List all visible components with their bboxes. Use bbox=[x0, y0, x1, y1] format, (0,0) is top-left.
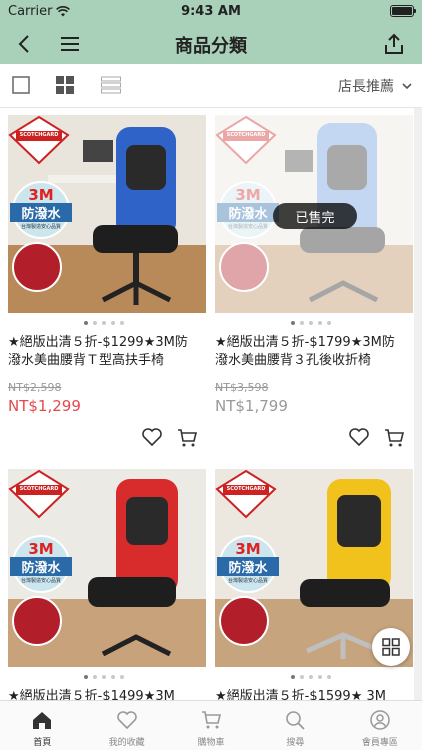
product-image[interactable]: SCOTCHGARD 3M 防潑水 台灣製造安心品質 bbox=[8, 469, 206, 667]
tab-cart[interactable]: 購物車 bbox=[169, 701, 253, 750]
3m-badge: 3M 防潑水 台灣製造安心品質 bbox=[10, 535, 72, 593]
view-single-button[interactable] bbox=[12, 76, 32, 96]
tab-home[interactable]: 首頁 bbox=[0, 701, 84, 750]
tab-member[interactable]: 會員專區 bbox=[338, 701, 422, 750]
favorite-button[interactable] bbox=[349, 428, 369, 448]
3m-badge: 3M 防潑水 台灣製造安心品質 bbox=[10, 181, 72, 239]
badge-waterproof-label: 防潑水 bbox=[10, 203, 72, 222]
heart-icon bbox=[349, 428, 369, 447]
sale-price: NT$1,799 bbox=[215, 397, 288, 415]
badge-3m-label: 3M bbox=[235, 540, 261, 558]
product-card[interactable]: SCOTCHGARD 3M 防潑水 台灣製造安心品質 ★絕版出清５折-$1299… bbox=[0, 108, 207, 462]
add-to-cart-button[interactable] bbox=[177, 428, 198, 448]
cart-icon bbox=[178, 429, 198, 447]
original-price: NT$3,598 bbox=[215, 381, 269, 394]
image-pager bbox=[207, 675, 414, 679]
tab-label: 會員專區 bbox=[361, 738, 398, 748]
scotchgard-badge: SCOTCHGARD bbox=[8, 469, 70, 523]
chevron-down-icon bbox=[402, 82, 412, 89]
badge-brand: SCOTCHGARD bbox=[226, 486, 266, 492]
tab-favorites[interactable]: 我的收藏 bbox=[84, 701, 168, 750]
badge-3m-label: 3M bbox=[28, 186, 54, 204]
grid-outline-icon bbox=[382, 638, 400, 656]
badge-3m-label: 3M bbox=[28, 540, 54, 558]
tab-label: 我的收藏 bbox=[108, 738, 145, 748]
sort-label: 店長推薦 bbox=[338, 79, 394, 95]
grid-icon bbox=[56, 76, 74, 94]
product-name[interactable]: ★絕版出清５折-$1799★3M防潑水美曲腰背３孔後收折椅 bbox=[215, 334, 400, 370]
badge-subtitle: 台灣製造安心品質 bbox=[20, 224, 61, 230]
share-button[interactable] bbox=[380, 30, 408, 58]
image-pager bbox=[0, 321, 207, 325]
badge-subtitle: 台灣製造安心品質 bbox=[20, 578, 61, 584]
list-icon bbox=[101, 76, 121, 94]
badge-subtitle: 台灣製造安心品質 bbox=[227, 578, 268, 584]
cart-icon bbox=[385, 429, 405, 447]
soldout-badge: 已售完 bbox=[273, 203, 357, 229]
badge-waterproof-label: 防潑水 bbox=[217, 557, 279, 576]
fabric-sample bbox=[12, 596, 62, 646]
product-name[interactable]: ★絕版出清５折-$1599★ 3M bbox=[215, 688, 400, 700]
cart-icon bbox=[202, 711, 222, 729]
square-icon bbox=[12, 76, 30, 94]
image-pager bbox=[0, 675, 207, 679]
original-price: NT$2,598 bbox=[8, 381, 62, 394]
view-toolbar: 店長推薦 bbox=[0, 64, 422, 108]
heart-icon bbox=[116, 711, 137, 730]
badge-brand: SCOTCHGARD bbox=[19, 486, 59, 492]
tab-label: 搜尋 bbox=[286, 738, 305, 748]
badge-waterproof-label: 防潑水 bbox=[10, 557, 72, 576]
tab-search[interactable]: 搜尋 bbox=[253, 701, 337, 750]
clock: 9:43 AM bbox=[181, 4, 241, 19]
category-fab-button[interactable] bbox=[372, 628, 410, 666]
scotchgard-badge: SCOTCHGARD bbox=[215, 469, 277, 523]
product-card[interactable]: SCOTCHGARD 3M 防潑水 台灣製造安心品質 ★絕版出清５折-$1499… bbox=[0, 462, 207, 700]
battery-icon bbox=[390, 5, 416, 17]
product-card[interactable]: SCOTCHGARD 3M 防潑水 台灣製造安心品質 已售完 ★絕版出清５折-$… bbox=[207, 108, 414, 462]
nav-bar: 商品分類 bbox=[0, 24, 422, 64]
favorite-button[interactable] bbox=[142, 428, 162, 448]
view-list-button[interactable] bbox=[101, 76, 121, 96]
product-image[interactable]: SCOTCHGARD 3M 防潑水 台灣製造安心品質 已售完 bbox=[215, 115, 413, 313]
product-image[interactable]: SCOTCHGARD 3M 防潑水 台灣製造安心品質 bbox=[8, 115, 206, 313]
home-icon bbox=[33, 712, 52, 729]
share-icon bbox=[385, 33, 403, 54]
product-name[interactable]: ★絕版出清５折-$1299★3M防潑水美曲腰背Ｔ型高扶手椅 bbox=[8, 334, 193, 370]
status-bar: Carrier 9:43 AM bbox=[0, 0, 422, 24]
product-grid: SCOTCHGARD 3M 防潑水 台灣製造安心品質 ★絕版出清５折-$1299… bbox=[0, 108, 422, 700]
tab-label: 首頁 bbox=[33, 738, 52, 748]
page-title: 商品分類 bbox=[175, 36, 247, 57]
tab-label: 購物車 bbox=[197, 738, 225, 748]
badge-brand: SCOTCHGARD bbox=[19, 132, 59, 138]
product-name[interactable]: ★絕版出清５折-$1499★3M bbox=[8, 688, 193, 700]
search-icon bbox=[286, 711, 306, 730]
view-grid-button[interactable] bbox=[56, 76, 76, 96]
tab-bar: 首頁 我的收藏 購物車 搜尋 會員專區 bbox=[0, 700, 422, 750]
heart-icon bbox=[142, 428, 162, 447]
3m-badge: 3M 防潑水 台灣製造安心品質 bbox=[217, 535, 279, 593]
sale-price: NT$1,299 bbox=[8, 397, 81, 415]
scotchgard-badge: SCOTCHGARD bbox=[8, 115, 70, 169]
sort-dropdown[interactable]: 店長推薦 bbox=[338, 76, 412, 96]
image-pager bbox=[207, 321, 414, 325]
fabric-sample bbox=[219, 596, 269, 646]
user-icon bbox=[370, 710, 390, 730]
add-to-cart-button[interactable] bbox=[384, 428, 405, 448]
fabric-sample bbox=[12, 242, 62, 292]
